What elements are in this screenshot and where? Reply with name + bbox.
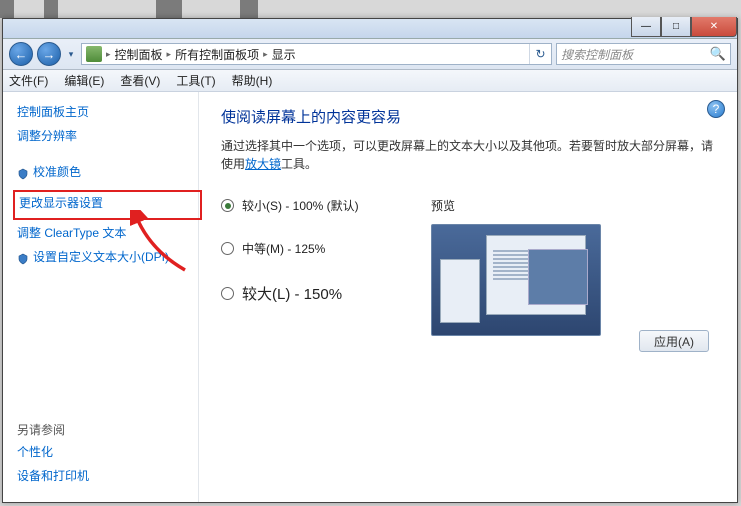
breadcrumb-seg[interactable]: 显示 (272, 46, 296, 63)
forward-button[interactable]: → (37, 42, 61, 66)
sidebar-dpi[interactable]: 设置自定义文本大小(DPI) (17, 247, 198, 271)
shield-icon (17, 253, 29, 265)
breadcrumb-seg[interactable]: 控制面板 (115, 46, 163, 63)
menu-view[interactable]: 查看(V) (120, 72, 160, 89)
breadcrumb-sep-icon: ▸ (263, 49, 268, 60)
titlebar[interactable]: — □ ✕ (3, 19, 737, 39)
window: — □ ✕ ← → ▾ ▸ 控制面板 ▸ 所有控制面板项 ▸ 显示 ↻ 搜索控制… (2, 18, 738, 503)
search-input[interactable]: 搜索控制面板 🔍 (556, 43, 731, 65)
breadcrumb-seg[interactable]: 所有控制面板项 (175, 46, 259, 63)
back-button[interactable]: ← (9, 42, 33, 66)
sidebar-cleartype[interactable]: 调整 ClearType 文本 (17, 223, 198, 243)
history-drop-icon[interactable]: ▾ (65, 44, 77, 64)
radio-label: 较小(S) - 100% (默认) (242, 197, 359, 214)
help-icon[interactable]: ? (707, 100, 725, 118)
menu-tools[interactable]: 工具(T) (176, 72, 215, 89)
maximize-button[interactable]: □ (661, 17, 691, 37)
menu-file[interactable]: 文件(F) (9, 72, 48, 89)
minimize-button[interactable]: — (631, 17, 661, 37)
preview-image (431, 224, 601, 336)
sidebar-adjust-resolution[interactable]: 调整分辨率 (17, 126, 198, 146)
see-also-personalize[interactable]: 个性化 (17, 442, 89, 462)
size-options: 较小(S) - 100% (默认) 中等(M) - 125% 较大(L) - 1… (221, 197, 431, 336)
radio-label: 中等(M) - 125% (242, 240, 325, 257)
sidebar-home[interactable]: 控制面板主页 (17, 102, 198, 122)
search-icon: 🔍 (710, 46, 726, 62)
apply-button[interactable]: 应用(A) (639, 330, 709, 352)
menu-bar: 文件(F) 编辑(E) 查看(V) 工具(T) 帮助(H) (3, 70, 737, 92)
highlight-box: 更改显示器设置 (13, 190, 202, 220)
sidebar: 控制面板主页 调整分辨率 校准颜色 更改显示器设置 调整 ClearType 文… (3, 92, 199, 502)
radio-label: 较大(L) - 150% (242, 283, 342, 304)
refresh-button[interactable]: ↻ (529, 44, 551, 64)
radio-icon (221, 242, 234, 255)
content-pane: ? 使阅读屏幕上的内容更容易 通过选择其中一个选项，可以更改屏幕上的文本大小以及… (199, 92, 737, 502)
nav-toolbar: ← → ▾ ▸ 控制面板 ▸ 所有控制面板项 ▸ 显示 ↻ 搜索控制面板 🔍 (3, 39, 737, 70)
page-title: 使阅读屏幕上的内容更容易 (221, 106, 715, 127)
menu-help[interactable]: 帮助(H) (232, 72, 273, 89)
radio-large[interactable]: 较大(L) - 150% (221, 283, 431, 304)
sidebar-calibrate-color[interactable]: 校准颜色 (17, 162, 198, 186)
sidebar-item-label: 校准颜色 (33, 162, 81, 182)
breadcrumb-sep-icon: ▸ (167, 49, 172, 60)
page-description: 通过选择其中一个选项，可以更改屏幕上的文本大小以及其他项。若要暂时放大部分屏幕，… (221, 137, 715, 173)
preview-label: 预览 (431, 197, 715, 214)
see-also-header: 另请参阅 (17, 421, 89, 438)
search-placeholder: 搜索控制面板 (561, 46, 633, 63)
radio-small[interactable]: 较小(S) - 100% (默认) (221, 197, 431, 214)
address-bar[interactable]: ▸ 控制面板 ▸ 所有控制面板项 ▸ 显示 ↻ (81, 43, 552, 65)
breadcrumb-sep-icon: ▸ (106, 49, 111, 60)
menu-edit[interactable]: 编辑(E) (64, 72, 104, 89)
sidebar-item-label: 设置自定义文本大小(DPI) (33, 247, 169, 267)
see-also-devices[interactable]: 设备和打印机 (17, 466, 89, 486)
radio-icon (221, 287, 234, 300)
control-panel-icon (86, 46, 102, 62)
radio-icon (221, 199, 234, 212)
radio-medium[interactable]: 中等(M) - 125% (221, 240, 431, 257)
sidebar-change-display[interactable]: 更改显示器设置 (19, 193, 196, 213)
see-also: 另请参阅 个性化 设备和打印机 (17, 421, 89, 490)
shield-icon (17, 168, 29, 180)
magnifier-link[interactable]: 放大镜 (245, 157, 281, 171)
close-button[interactable]: ✕ (691, 17, 737, 37)
